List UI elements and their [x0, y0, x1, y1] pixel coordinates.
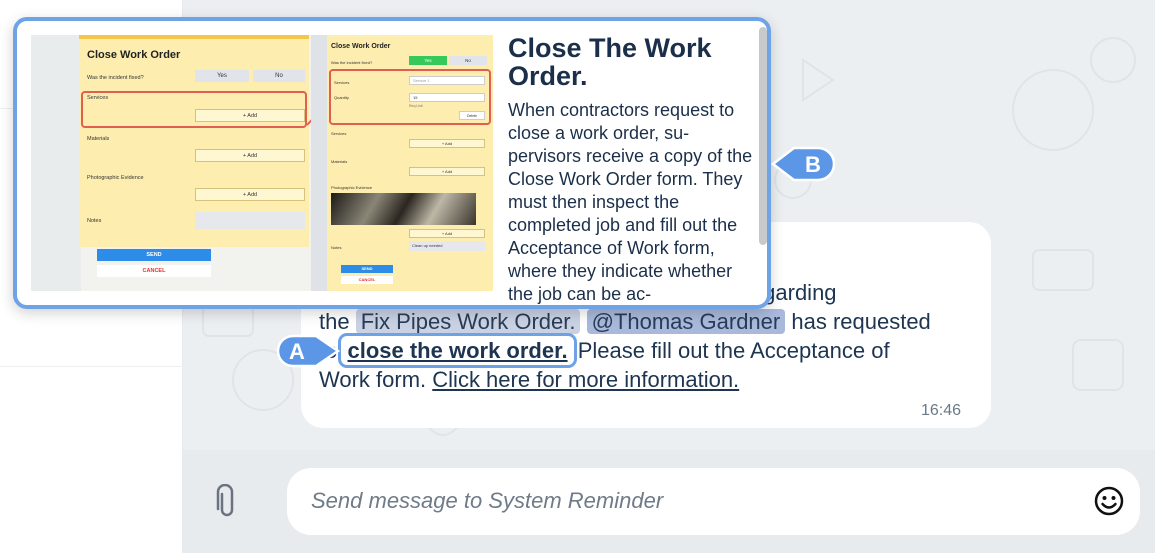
annotation-b-label: B [805, 152, 821, 177]
left-form-topbar [79, 35, 309, 39]
preview-divider [311, 35, 327, 291]
right-send-button: SEND [341, 265, 393, 273]
list-divider [0, 366, 183, 367]
right-yes-button: Yes [409, 56, 447, 65]
right-add-button: + Add [409, 167, 485, 176]
message-text-fragment: has requested [791, 309, 931, 334]
right-add-button: + Add [409, 139, 485, 148]
left-services-label: Services [87, 95, 109, 101]
message-text-fragment: Please fill out the Acceptance of [577, 338, 890, 363]
right-services2-label: Services [331, 131, 347, 136]
smiley-icon[interactable] [1093, 485, 1125, 517]
right-no-button: No [449, 56, 487, 65]
mention-chip[interactable]: @Thomas Gardner [586, 309, 786, 334]
right-quantity-label: Quantity [334, 95, 349, 100]
left-add-button: + Add [195, 188, 305, 201]
message-timestamp: 16:46 [921, 402, 962, 419]
tooltip-title: Close The Work Order. [508, 33, 712, 91]
more-info-link[interactable]: Click here for more information. [432, 367, 739, 392]
tooltip-scrollbar[interactable] [759, 27, 767, 245]
form-preview-image: Close Work Order Was the incident fixed?… [31, 35, 493, 291]
annotation-a-label: A [289, 339, 305, 364]
left-add-button: + Add [195, 149, 305, 162]
left-form-question: Was the incident fixed? [87, 75, 144, 81]
left-cancel-button: CANCEL [97, 265, 211, 277]
right-form-title: Close Work Order [331, 43, 391, 50]
right-photo-label: Photographic Evidence [331, 185, 373, 190]
close-work-order-link[interactable]: close the work order. [338, 333, 577, 368]
left-no-button: No [253, 70, 305, 82]
right-services-label: Services [334, 80, 350, 85]
right-quantity-field: 15 [409, 93, 485, 102]
left-notes-field [195, 212, 305, 229]
preview-background [31, 35, 81, 291]
right-delete-button: Delete [459, 111, 485, 120]
left-photo-label: Photographic Evidence [87, 175, 144, 181]
message-composer [287, 468, 1140, 535]
help-tooltip-card: Close Work Order Was the incident fixed?… [13, 17, 771, 309]
left-add-button: + Add [195, 109, 305, 122]
left-materials-label: Materials [87, 136, 110, 142]
left-yes-button: Yes [195, 70, 249, 82]
right-units-label: Req.Unit [409, 104, 423, 108]
right-form-question: Was the incident fixed? [331, 60, 373, 65]
work-order-chip[interactable]: Fix Pipes Work Order. [355, 309, 581, 334]
right-service-select: Service 1 [409, 76, 485, 85]
right-materials-label: Materials [331, 159, 348, 164]
right-notes-field: Clean up needed [409, 241, 485, 251]
paperclip-icon[interactable] [214, 484, 240, 520]
right-cancel-button: CANCEL [341, 276, 393, 284]
evidence-photo [331, 193, 476, 225]
right-add-button: + Add [409, 229, 485, 238]
left-notes-label: Notes [87, 218, 102, 224]
left-send-button: SEND [97, 249, 211, 261]
message-input[interactable] [311, 484, 1071, 518]
left-form-title: Close Work Order [87, 49, 181, 61]
right-notes-label: Notes [331, 245, 342, 250]
tooltip-body: When contractors request to close a work… [508, 100, 753, 304]
